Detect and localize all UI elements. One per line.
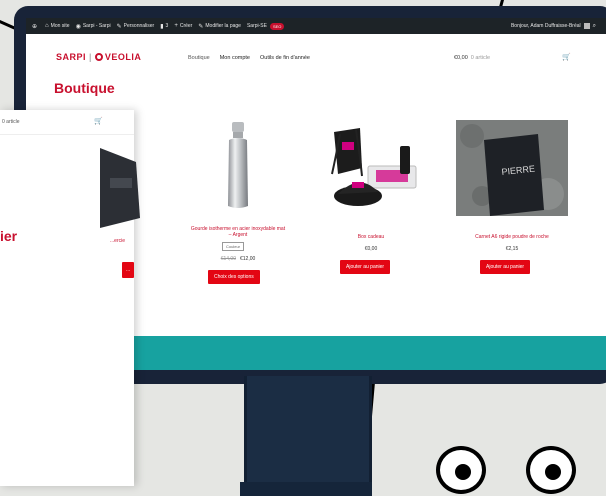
admin-bar-comments[interactable]: ▮ 3 [160,23,168,30]
admin-bar-site-name[interactable]: ◉ Sarpi - Sarpi [76,23,111,30]
product-card-notebook: PIERRE Carnet A6 rigide poudre de roche … [452,116,572,316]
pencil-icon: ✎ [198,23,204,30]
admin-bar-seo[interactable]: Sarpi-SE SEO [247,22,285,30]
overlay-window: 0 article 🛒 ier ...ercie ... [0,110,140,486]
product-name[interactable]: Box cadeau [316,234,426,240]
admin-bar: ⊕ ⌂ Mon site ◉ Sarpi - Sarpi ✎ Personnalise… [26,18,606,34]
add-to-cart-button[interactable]: Ajouter au panier [480,260,531,274]
home-icon: ⌂ [45,23,49,29]
admin-bar-my-site[interactable]: ⌂ Mon site [45,23,70,29]
admin-bar-updates[interactable]: + Créer [174,23,192,29]
product-price: €14,00 €12,00 [220,256,256,262]
product-name[interactable]: Carnet A6 rigide poudre de roche [452,234,572,240]
eye-right [526,446,576,494]
site-logo[interactable]: SARPI | VEOLIA [56,52,141,62]
product-image-bottle[interactable] [190,116,286,216]
monitor-stand-base [240,482,372,496]
color-select[interactable]: Couleur [222,242,245,251]
admin-bar-customize[interactable]: ✎ Personnaliser [117,23,155,30]
product-name[interactable]: ...ercie [110,238,125,244]
product-image-partial[interactable] [100,148,140,228]
nav-outils[interactable]: Outils de fin d'année [260,55,310,61]
product-price: €2,15 [505,246,519,252]
avatar [583,23,590,29]
product-card-bottle: Gourde isotherme en acier inoxydable mat… [190,116,286,316]
choose-options-button[interactable]: Choix des options [208,270,260,284]
wordpress-icon[interactable]: ⊕ [32,23,39,30]
overlay-title: ier [0,228,18,244]
product-price: €0,00 [364,246,378,252]
admin-bar-account[interactable]: Bonjour, Adam Duffraisse-Bréal ⌕ [511,23,598,30]
seo-badge: SEO [269,22,285,30]
page-title: Boutique [54,80,115,96]
add-to-cart-button[interactable]: Ajouter au panier [340,260,391,274]
cart-icon[interactable]: 🛒 [94,117,103,125]
comment-icon: ▮ [160,23,164,30]
product-name[interactable]: Gourde isotherme en acier inoxydable mat… [190,226,286,238]
cart-icon[interactable]: 🛒 [562,53,571,61]
search-icon[interactable]: ⌕ [593,23,596,30]
admin-bar-edit-page[interactable]: ✎ Modifier la page [198,23,241,30]
nav-boutique[interactable]: Boutique [188,55,210,61]
product-card-box: Box cadeau €0,00 Ajouter au panier [316,116,426,316]
brush-icon: ✎ [116,23,122,30]
dashboard-icon: ◉ [75,23,81,30]
cart-total[interactable]: €0,00 0 article [454,55,490,61]
overlay-header: 0 article 🛒 [0,110,134,135]
monitor-stand [244,376,372,496]
partial-button[interactable]: ... [122,262,135,278]
product-image-gift-box[interactable] [316,116,426,216]
nav-mon-compte[interactable]: Mon compte [220,55,250,61]
plus-icon: + [174,23,178,29]
main-nav: Boutique Mon compte Outils de fin d'anné… [188,55,320,61]
veolia-logo-icon [94,53,103,61]
eye-left [436,446,486,494]
product-image-notebook[interactable]: PIERRE [452,116,572,224]
